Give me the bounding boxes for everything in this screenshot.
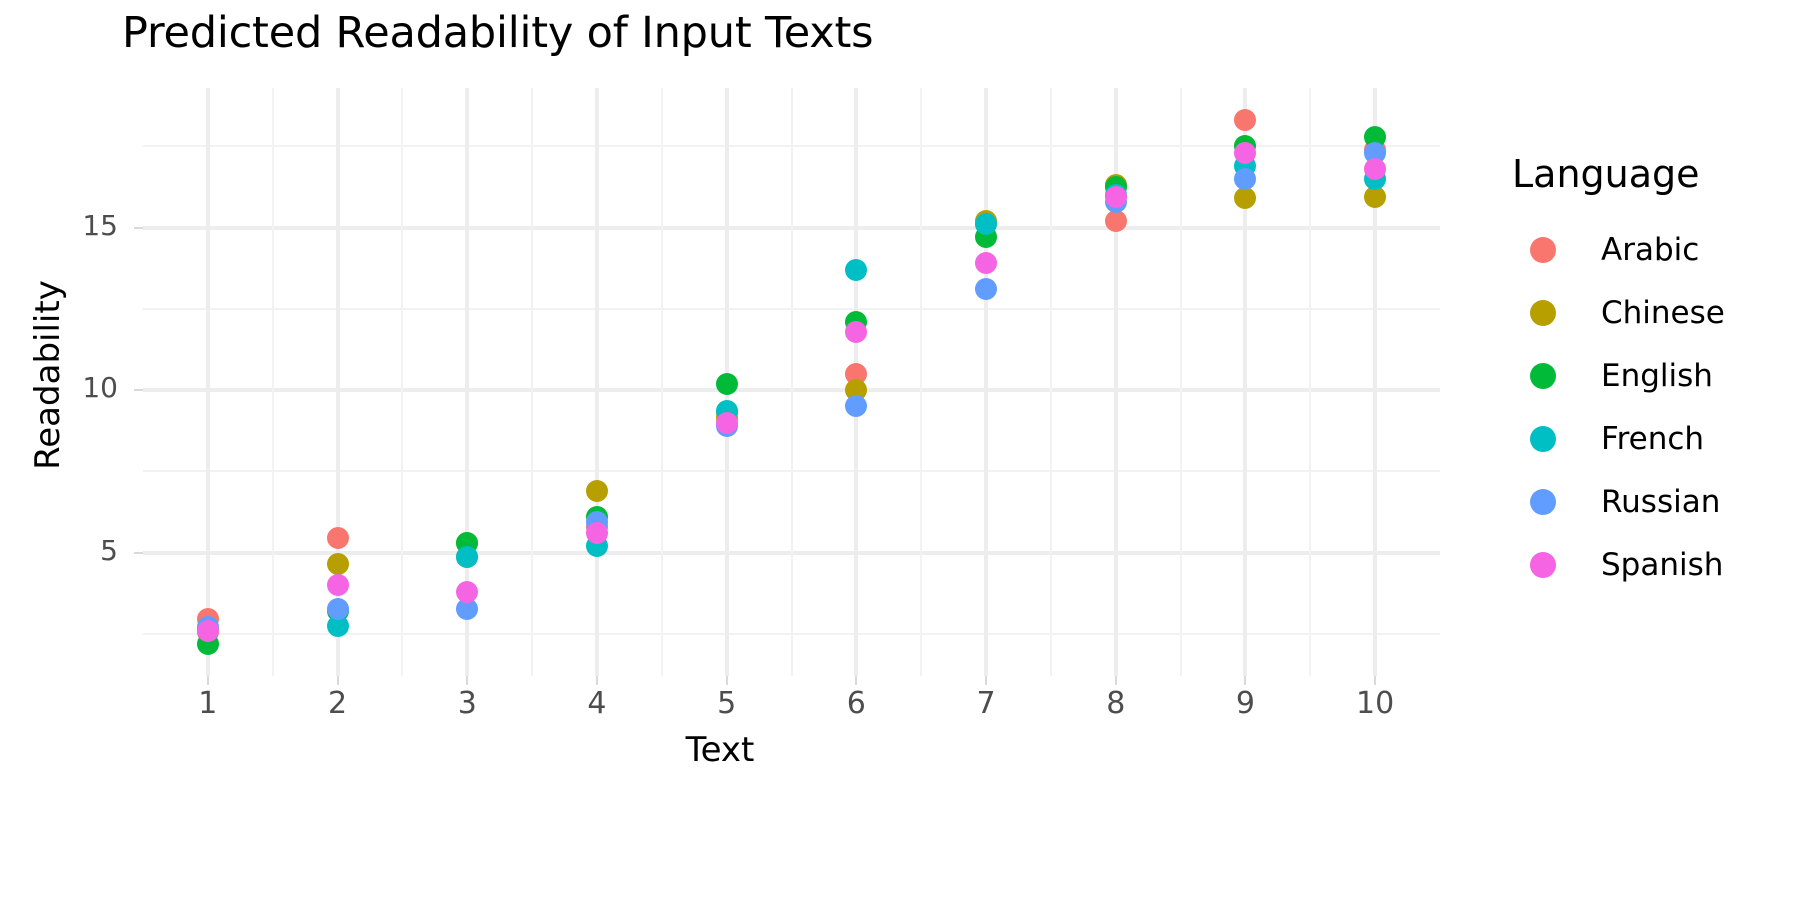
- scatter-point: [326, 552, 349, 575]
- scatter-point: [1234, 167, 1257, 190]
- gridline-vertical-minor: [1049, 88, 1052, 676]
- scatter-point: [845, 395, 868, 418]
- legend-swatch-circle-icon: [1530, 551, 1556, 578]
- gridline-vertical-minor: [1309, 88, 1312, 676]
- y-axis-tick-label: 10: [82, 371, 118, 405]
- scatter-point: [585, 522, 608, 545]
- scatter-point: [456, 580, 479, 603]
- scatter-point: [1104, 210, 1127, 233]
- scatter-point: [196, 619, 219, 642]
- legend-swatch-circle-icon: [1530, 488, 1556, 515]
- legend-item-list: Arabic Chinese English French Russian Spanish: [1512, 218, 1792, 596]
- x-axis-tick-label: 1: [198, 686, 218, 721]
- gridline-vertical-minor: [401, 88, 404, 676]
- x-axis-tick-mark: [725, 676, 728, 685]
- legend-item-french[interactable]: French: [1512, 407, 1792, 470]
- y-axis-tick-label: 15: [82, 208, 118, 242]
- scatter-point: [975, 278, 998, 301]
- y-axis-title: Readability: [28, 280, 68, 470]
- scatter-point: [585, 479, 608, 502]
- gridline-vertical-major: [984, 88, 989, 676]
- legend-swatch-circle-icon: [1530, 236, 1556, 263]
- x-axis-title: Text: [685, 730, 755, 770]
- gridline-vertical-minor: [920, 88, 923, 676]
- legend-item-label: French: [1601, 420, 1705, 457]
- y-axis-tick-mark: [134, 389, 143, 392]
- scatter-point: [715, 372, 738, 395]
- x-axis-tick-label: 3: [457, 686, 477, 721]
- x-axis-tick-mark: [1244, 676, 1247, 685]
- x-axis-tick-mark: [595, 676, 598, 685]
- legend-item-arabic[interactable]: Arabic: [1512, 218, 1792, 281]
- y-axis-tick-mark: [134, 551, 143, 554]
- x-axis-tick-label: 8: [1106, 686, 1126, 721]
- x-axis-tick-label: 2: [328, 686, 348, 721]
- scatter-point: [1104, 185, 1127, 208]
- x-axis-tick-mark: [336, 676, 339, 685]
- legend-item-label: English: [1601, 357, 1713, 394]
- legend-swatch-circle-icon: [1530, 362, 1556, 389]
- x-axis-tick-label: 7: [976, 686, 996, 721]
- legend-item-spanish[interactable]: Spanish: [1512, 533, 1792, 596]
- scatter-point: [845, 258, 868, 281]
- x-axis-tick-mark: [1114, 676, 1117, 685]
- legend-item-label: Arabic: [1601, 231, 1700, 268]
- scatter-point: [845, 320, 868, 343]
- gridline-vertical-minor: [660, 88, 663, 676]
- legend: Language Arabic Chinese English French Russi…: [1512, 152, 1792, 596]
- legend-title: Language: [1512, 152, 1700, 196]
- x-axis-tick-label: 9: [1235, 686, 1255, 721]
- y-axis-tick-mark: [134, 226, 143, 229]
- legend-item-english[interactable]: English: [1512, 344, 1792, 407]
- x-axis-tick-label: 5: [717, 686, 737, 721]
- chart-title: Predicted Readability of Input Texts: [122, 8, 874, 58]
- plot-area: [143, 88, 1440, 676]
- x-axis-tick-mark: [206, 676, 209, 685]
- y-axis-tick-label: 5: [100, 533, 118, 567]
- scatter-point: [326, 526, 349, 549]
- x-axis-tick-label: 6: [846, 686, 866, 721]
- scatter-point: [1234, 109, 1257, 132]
- scatter-point: [1234, 187, 1257, 210]
- gridline-vertical-major: [594, 88, 599, 676]
- chart-figure: Predicted Readability of Input Texts 5 10…: [0, 0, 1800, 900]
- gridline-vertical-minor: [531, 88, 534, 676]
- x-axis-tick-mark: [1374, 676, 1377, 685]
- legend-swatch-circle-icon: [1530, 299, 1556, 326]
- scatter-point: [326, 574, 349, 597]
- x-axis-tick-mark: [985, 676, 988, 685]
- x-axis-tick-label: 10: [1356, 686, 1395, 721]
- legend-item-label: Chinese: [1601, 294, 1725, 331]
- scatter-point: [975, 252, 998, 275]
- scatter-point: [326, 598, 349, 621]
- scatter-point: [456, 546, 479, 569]
- gridline-vertical-minor: [271, 88, 274, 676]
- gridline-vertical-major: [205, 88, 210, 676]
- legend-item-label: Russian: [1601, 483, 1721, 520]
- legend-item-russian[interactable]: Russian: [1512, 470, 1792, 533]
- gridline-vertical-minor: [790, 88, 793, 676]
- x-axis-tick-mark: [855, 676, 858, 685]
- legend-item-label: Spanish: [1601, 546, 1724, 583]
- x-axis-tick-label: 4: [587, 686, 607, 721]
- scatter-point: [715, 411, 738, 434]
- legend-item-chinese[interactable]: Chinese: [1512, 281, 1792, 344]
- legend-swatch-circle-icon: [1530, 425, 1556, 452]
- gridline-vertical-minor: [1179, 88, 1182, 676]
- x-axis-tick-mark: [466, 676, 469, 685]
